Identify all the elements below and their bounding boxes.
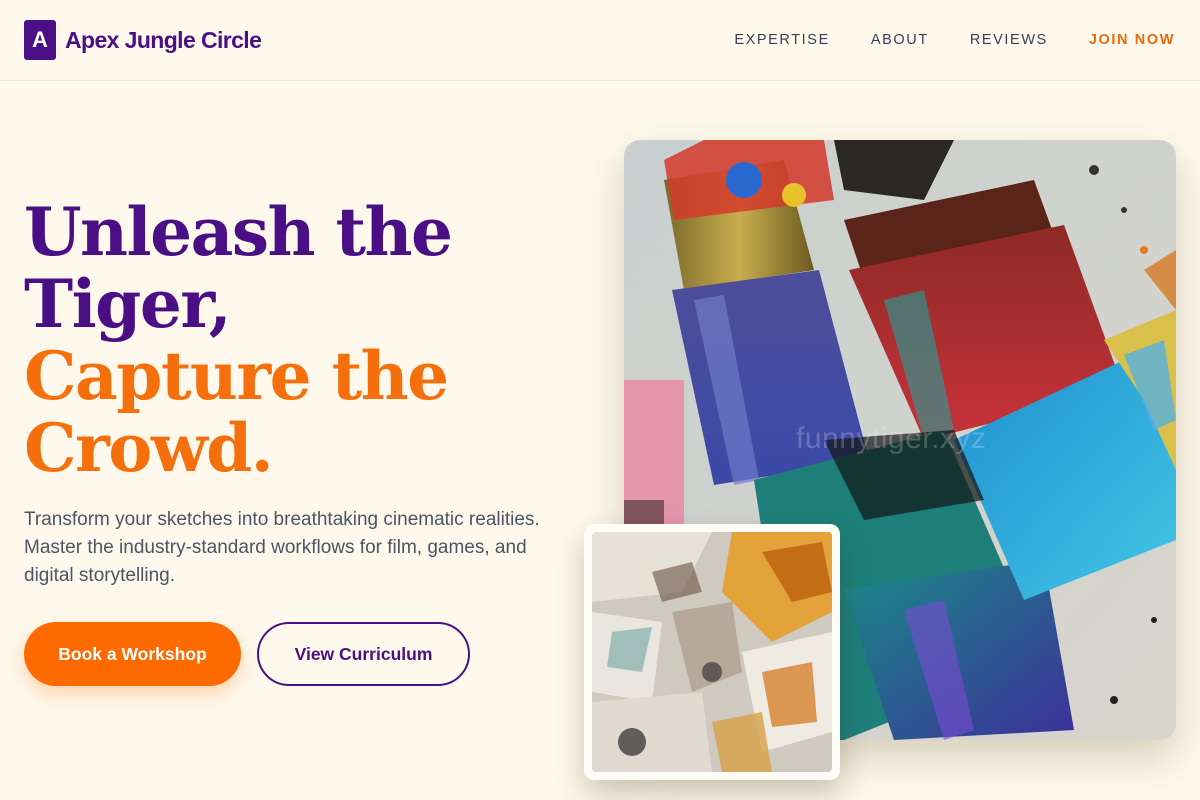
main-nav: EXPERTISE ABOUT REVIEWS JOIN NOW xyxy=(693,32,1175,48)
brand-name: Apex Jungle Circle xyxy=(65,26,262,53)
view-curriculum-button[interactable]: View Curriculum xyxy=(257,622,470,686)
paint-texture-illustration xyxy=(592,532,832,772)
book-workshop-button[interactable]: Book a Workshop xyxy=(24,622,241,686)
hero-headline-line-2: Tiger, xyxy=(24,265,232,343)
hero-headline-line-3: Capture the xyxy=(24,337,449,415)
brand-logo-link[interactable]: A Apex Jungle Circle xyxy=(24,20,262,60)
hero-headline: Unleash the Tiger, Capture the Crowd. xyxy=(24,193,453,487)
hero-headline-line-4: Crowd. xyxy=(24,409,274,487)
hero-description: Transform your sketches into breathtakin… xyxy=(24,509,540,586)
image-watermark: funnytiger.xyz xyxy=(796,422,987,455)
hero-headline-line-1: Unleash the xyxy=(24,193,453,271)
brand-logo-mark: A xyxy=(24,20,56,60)
hero-inset-image-card xyxy=(584,524,840,780)
nav-link-about[interactable]: ABOUT xyxy=(871,32,929,48)
nav-link-reviews[interactable]: REVIEWS xyxy=(970,32,1048,48)
nav-link-join-now[interactable]: JOIN NOW xyxy=(1089,32,1175,48)
nav-link-expertise[interactable]: EXPERTISE xyxy=(734,32,830,48)
site-header: A Apex Jungle Circle EXPERTISE ABOUT REV… xyxy=(0,0,1200,81)
